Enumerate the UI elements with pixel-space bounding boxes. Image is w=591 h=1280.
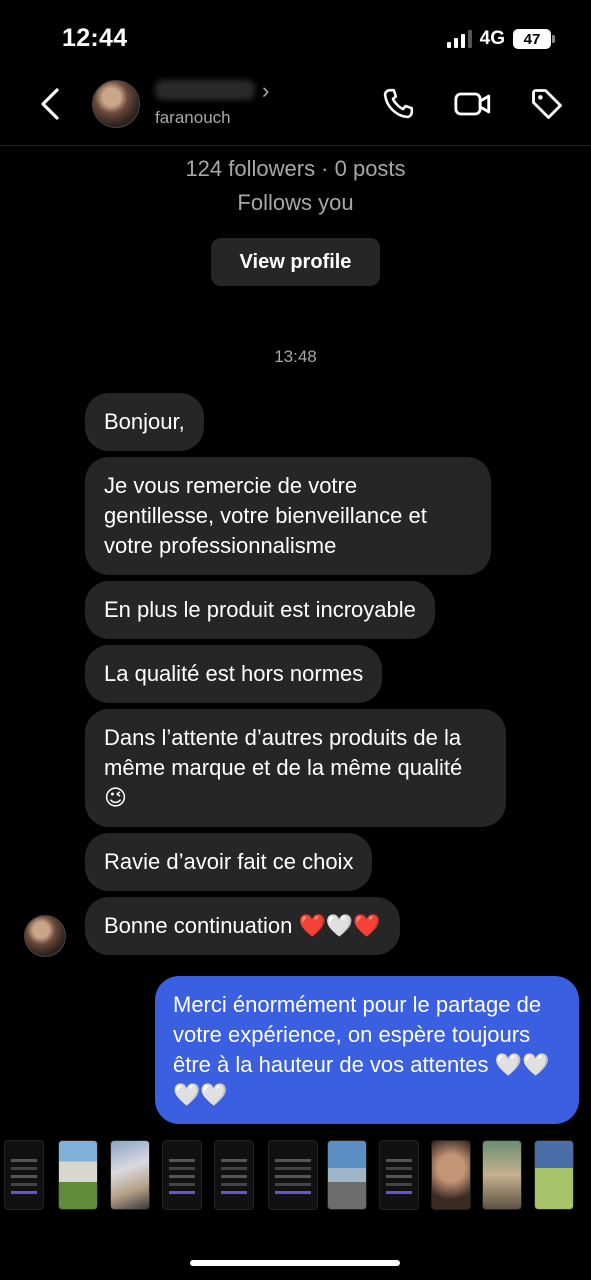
tag-icon xyxy=(532,89,562,119)
sender-avatar[interactable] xyxy=(24,915,66,957)
sent-message[interactable]: Merci énormément pour le partage de votr… xyxy=(155,976,579,1124)
received-message[interactable]: Ravie d’avoir fait ce choix xyxy=(85,833,373,891)
received-message[interactable]: Dans l’attente d’autres produits de la m… xyxy=(85,709,506,827)
media-thumbnail[interactable] xyxy=(110,1140,150,1210)
media-thumbnail[interactable] xyxy=(379,1140,419,1210)
signal-icon xyxy=(446,30,472,48)
followers-count: 124 followers · 0 posts xyxy=(185,156,406,181)
received-message[interactable]: Bonne continuation ❤️🤍❤️ xyxy=(85,897,400,955)
media-thumbnail[interactable] xyxy=(534,1140,574,1210)
media-thumbnail[interactable] xyxy=(268,1140,318,1210)
tag-button[interactable] xyxy=(527,84,567,124)
media-thumbnail[interactable] xyxy=(214,1140,254,1210)
username[interactable]: faranouch xyxy=(155,108,231,128)
view-profile-button[interactable]: View profile xyxy=(211,238,380,286)
display-name-redacted[interactable] xyxy=(155,80,255,100)
received-message[interactable]: La qualité est hors normes xyxy=(85,645,383,703)
media-thumbnail[interactable] xyxy=(4,1140,44,1210)
header-divider xyxy=(0,145,591,146)
received-message[interactable]: Je vous remercie de votre gentillesse, v… xyxy=(85,457,491,575)
back-button[interactable] xyxy=(30,84,70,124)
status-indicators: 4G 47 xyxy=(446,28,555,50)
phone-icon xyxy=(383,88,414,119)
battery-icon: 47 xyxy=(513,29,555,49)
call-button[interactable] xyxy=(378,84,418,124)
network-type: 4G xyxy=(479,28,505,49)
media-thumbnail[interactable] xyxy=(482,1140,522,1210)
chevron-left-icon xyxy=(41,88,59,120)
status-time: 12:44 xyxy=(62,24,128,52)
media-thumbnail[interactable] xyxy=(327,1140,367,1210)
follows-you-label: Follows you xyxy=(237,190,354,215)
media-thumbnail-strip xyxy=(0,1135,591,1215)
message-timestamp: 13:48 xyxy=(274,347,317,366)
chevron-right-icon[interactable]: › xyxy=(262,78,269,104)
received-message[interactable]: En plus le produit est incroyable xyxy=(85,581,435,639)
video-camera-icon xyxy=(454,92,491,116)
chat-header: › faranouch xyxy=(0,70,591,140)
home-indicator[interactable] xyxy=(190,1260,400,1266)
status-bar: 12:44 4G 47 xyxy=(0,0,591,80)
media-thumbnail[interactable] xyxy=(162,1140,202,1210)
avatar[interactable] xyxy=(92,80,140,128)
received-message[interactable]: Bonjour, xyxy=(85,393,204,451)
video-call-button[interactable] xyxy=(453,84,493,124)
media-thumbnail[interactable] xyxy=(58,1140,98,1210)
media-thumbnail[interactable] xyxy=(431,1140,471,1210)
